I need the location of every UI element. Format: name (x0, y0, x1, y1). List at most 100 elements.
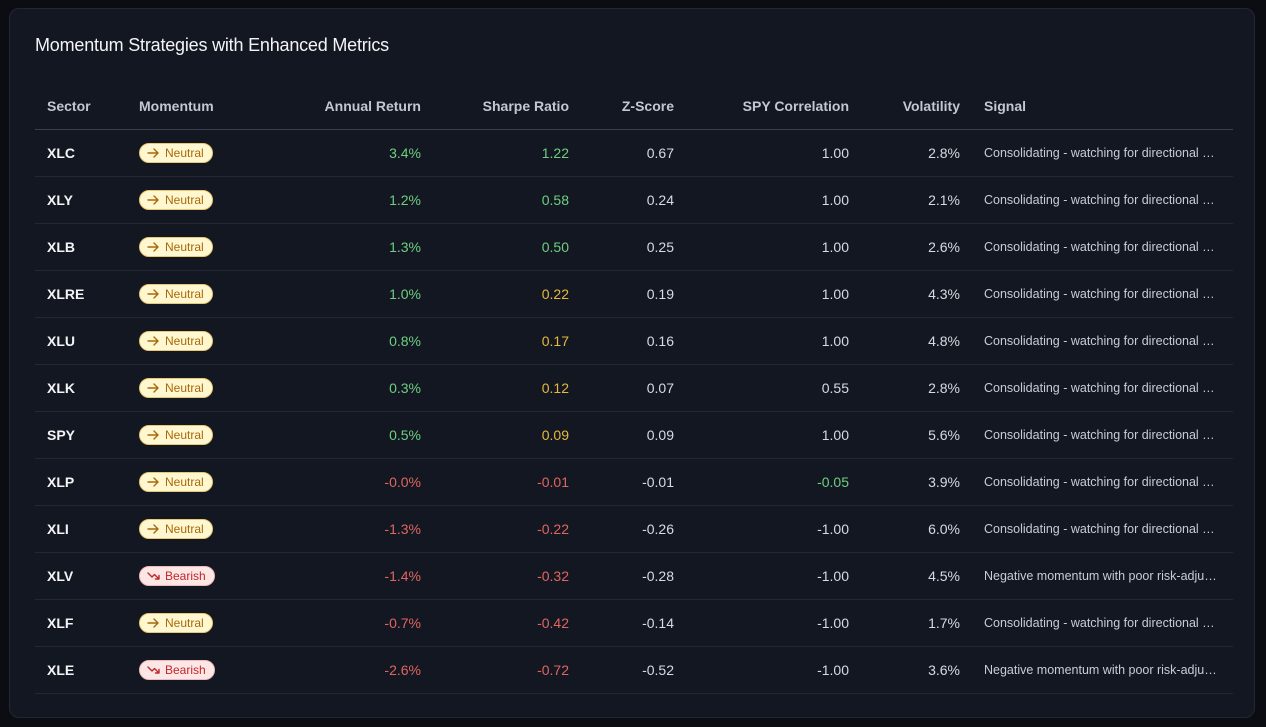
z-score-cell: -0.01 (581, 458, 686, 506)
spy-correlation-cell: 1.00 (686, 223, 861, 271)
sector-cell: XLRE (35, 270, 127, 318)
sharpe-ratio-cell: -0.32 (433, 552, 581, 600)
sector-cell: XLC (35, 129, 127, 177)
annual-return-cell: 3.4% (267, 129, 433, 177)
sharpe-ratio-cell: -0.22 (433, 505, 581, 553)
momentum-badge: Neutral (139, 378, 213, 398)
momentum-cell: Neutral (127, 270, 267, 318)
signal-cell: Consolidating - watching for directional… (972, 129, 1233, 177)
momentum-cell: Neutral (127, 599, 267, 647)
sharpe-ratio-cell: -0.42 (433, 599, 581, 647)
momentum-badge: Neutral (139, 190, 213, 210)
annual-return-cell: -1.3% (267, 505, 433, 553)
momentum-cell: Neutral (127, 129, 267, 177)
sharpe-ratio-cell: 0.22 (433, 270, 581, 318)
z-score-cell: 0.24 (581, 176, 686, 224)
table-row[interactable]: XLB Neutral 1.3% 0.50 0.25 1.00 2.6% Consolidat… (35, 223, 1233, 271)
sector-cell: XLU (35, 317, 127, 365)
volatility-cell: 6.0% (861, 505, 972, 553)
table-row[interactable]: XLP Neutral -0.0% -0.01 -0.01 -0.05 3.9% Consol… (35, 458, 1233, 506)
z-score-cell: -0.28 (581, 552, 686, 600)
table-row[interactable]: SPY Neutral 0.5% 0.09 0.09 1.00 5.6% Consolidat… (35, 411, 1233, 459)
z-score-cell: -0.14 (581, 599, 686, 647)
momentum-badge: Neutral (139, 237, 213, 257)
table-row[interactable]: XLC Neutral 3.4% 1.22 0.67 1.00 2.8% Consolidat… (35, 129, 1233, 177)
momentum-label: Bearish (165, 569, 206, 583)
z-score-cell: -0.52 (581, 646, 686, 694)
momentum-label: Neutral (165, 240, 204, 254)
momentum-badge: Neutral (139, 425, 213, 445)
table-row[interactable]: XLF Neutral -0.7% -0.42 -0.14 -1.00 1.7% Consol… (35, 599, 1233, 647)
arrow-right-icon (147, 148, 160, 158)
col-header-signal[interactable]: Signal (972, 83, 1233, 130)
table-row[interactable]: XLRE Neutral 1.0% 0.22 0.19 1.00 4.3% Consolida… (35, 270, 1233, 318)
momentum-cell: Neutral (127, 364, 267, 412)
sector-cell: XLE (35, 646, 127, 694)
volatility-cell: 2.8% (861, 129, 972, 177)
sector-cell: XLY (35, 176, 127, 224)
momentum-label: Neutral (165, 381, 204, 395)
col-header-z-score[interactable]: Z-Score (581, 83, 686, 130)
arrow-right-icon (147, 430, 160, 440)
spy-correlation-cell: 1.00 (686, 411, 861, 459)
col-header-sector[interactable]: Sector (35, 83, 127, 130)
momentum-label: Neutral (165, 193, 204, 207)
spy-correlation-cell: -1.00 (686, 552, 861, 600)
volatility-cell: 4.8% (861, 317, 972, 365)
volatility-cell: 3.6% (861, 646, 972, 694)
signal-cell: Consolidating - watching for directional… (972, 317, 1233, 365)
annual-return-cell: 1.3% (267, 223, 433, 271)
table-row[interactable]: XLY Neutral 1.2% 0.58 0.24 1.00 2.1% Consolidat… (35, 176, 1233, 224)
arrow-right-icon (147, 242, 160, 252)
volatility-cell: 4.3% (861, 270, 972, 318)
annual-return-cell: -2.6% (267, 646, 433, 694)
sharpe-ratio-cell: -0.01 (433, 458, 581, 506)
momentum-cell: Bearish (127, 552, 267, 600)
annual-return-cell: 0.5% (267, 411, 433, 459)
annual-return-cell: -0.0% (267, 458, 433, 506)
signal-cell: Consolidating - watching for directional… (972, 223, 1233, 271)
trend-down-icon (147, 665, 160, 675)
spy-correlation-cell: -1.00 (686, 599, 861, 647)
col-header-momentum[interactable]: Momentum (127, 83, 267, 130)
signal-cell: Negative momentum with poor risk-adjuste… (972, 646, 1233, 694)
table-row[interactable]: XLU Neutral 0.8% 0.17 0.16 1.00 4.8% Consolidat… (35, 317, 1233, 365)
annual-return-cell: 1.0% (267, 270, 433, 318)
table-row[interactable]: XLE Bearish -2.6% -0.72 -0.52 -1.00 3.6% Negati… (35, 646, 1233, 694)
sharpe-ratio-cell: 0.50 (433, 223, 581, 271)
sharpe-ratio-cell: 0.58 (433, 176, 581, 224)
table-row[interactable]: XLK Neutral 0.3% 0.12 0.07 0.55 2.8% Consolidat… (35, 364, 1233, 412)
momentum-cell: Neutral (127, 317, 267, 365)
sharpe-ratio-cell: 0.09 (433, 411, 581, 459)
table-row[interactable]: XLV Bearish -1.4% -0.32 -0.28 -1.00 4.5% Negati… (35, 552, 1233, 600)
momentum-cell: Bearish (127, 646, 267, 694)
sector-cell: XLK (35, 364, 127, 412)
sector-cell: XLF (35, 599, 127, 647)
momentum-badge: Neutral (139, 284, 213, 304)
volatility-cell: 3.9% (861, 458, 972, 506)
arrow-right-icon (147, 289, 160, 299)
z-score-cell: -0.26 (581, 505, 686, 553)
momentum-label: Neutral (165, 146, 204, 160)
z-score-cell: 0.07 (581, 364, 686, 412)
col-header-annual-return[interactable]: Annual Return (267, 83, 433, 130)
col-header-volatility[interactable]: Volatility (861, 83, 972, 130)
col-header-sharpe-ratio[interactable]: Sharpe Ratio (433, 83, 581, 130)
spy-correlation-cell: 1.00 (686, 270, 861, 318)
col-header-spy-correlation[interactable]: SPY Correlation (686, 83, 861, 130)
spy-correlation-cell: -1.00 (686, 505, 861, 553)
z-score-cell: 0.09 (581, 411, 686, 459)
annual-return-cell: 0.3% (267, 364, 433, 412)
momentum-label: Neutral (165, 428, 204, 442)
signal-cell: Consolidating - watching for directional… (972, 364, 1233, 412)
spy-correlation-cell: 1.00 (686, 317, 861, 365)
table-row[interactable]: XLI Neutral -1.3% -0.22 -0.26 -1.00 6.0% Consol… (35, 505, 1233, 553)
arrow-right-icon (147, 195, 160, 205)
arrow-right-icon (147, 524, 160, 534)
signal-cell: Consolidating - watching for directional… (972, 505, 1233, 553)
momentum-table: Sector Momentum Annual Return Sharpe Rat… (35, 83, 1233, 694)
sector-cell: XLI (35, 505, 127, 553)
momentum-label: Neutral (165, 616, 204, 630)
z-score-cell: 0.16 (581, 317, 686, 365)
signal-cell: Negative momentum with poor risk-adjuste… (972, 552, 1233, 600)
